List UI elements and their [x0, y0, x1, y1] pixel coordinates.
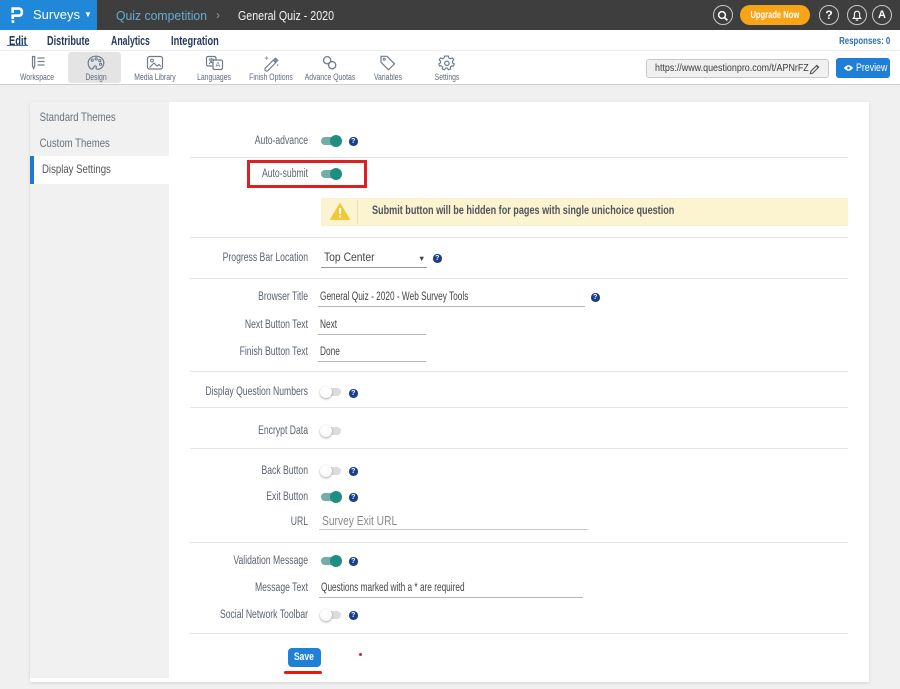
svg-text:A: A	[215, 62, 220, 69]
